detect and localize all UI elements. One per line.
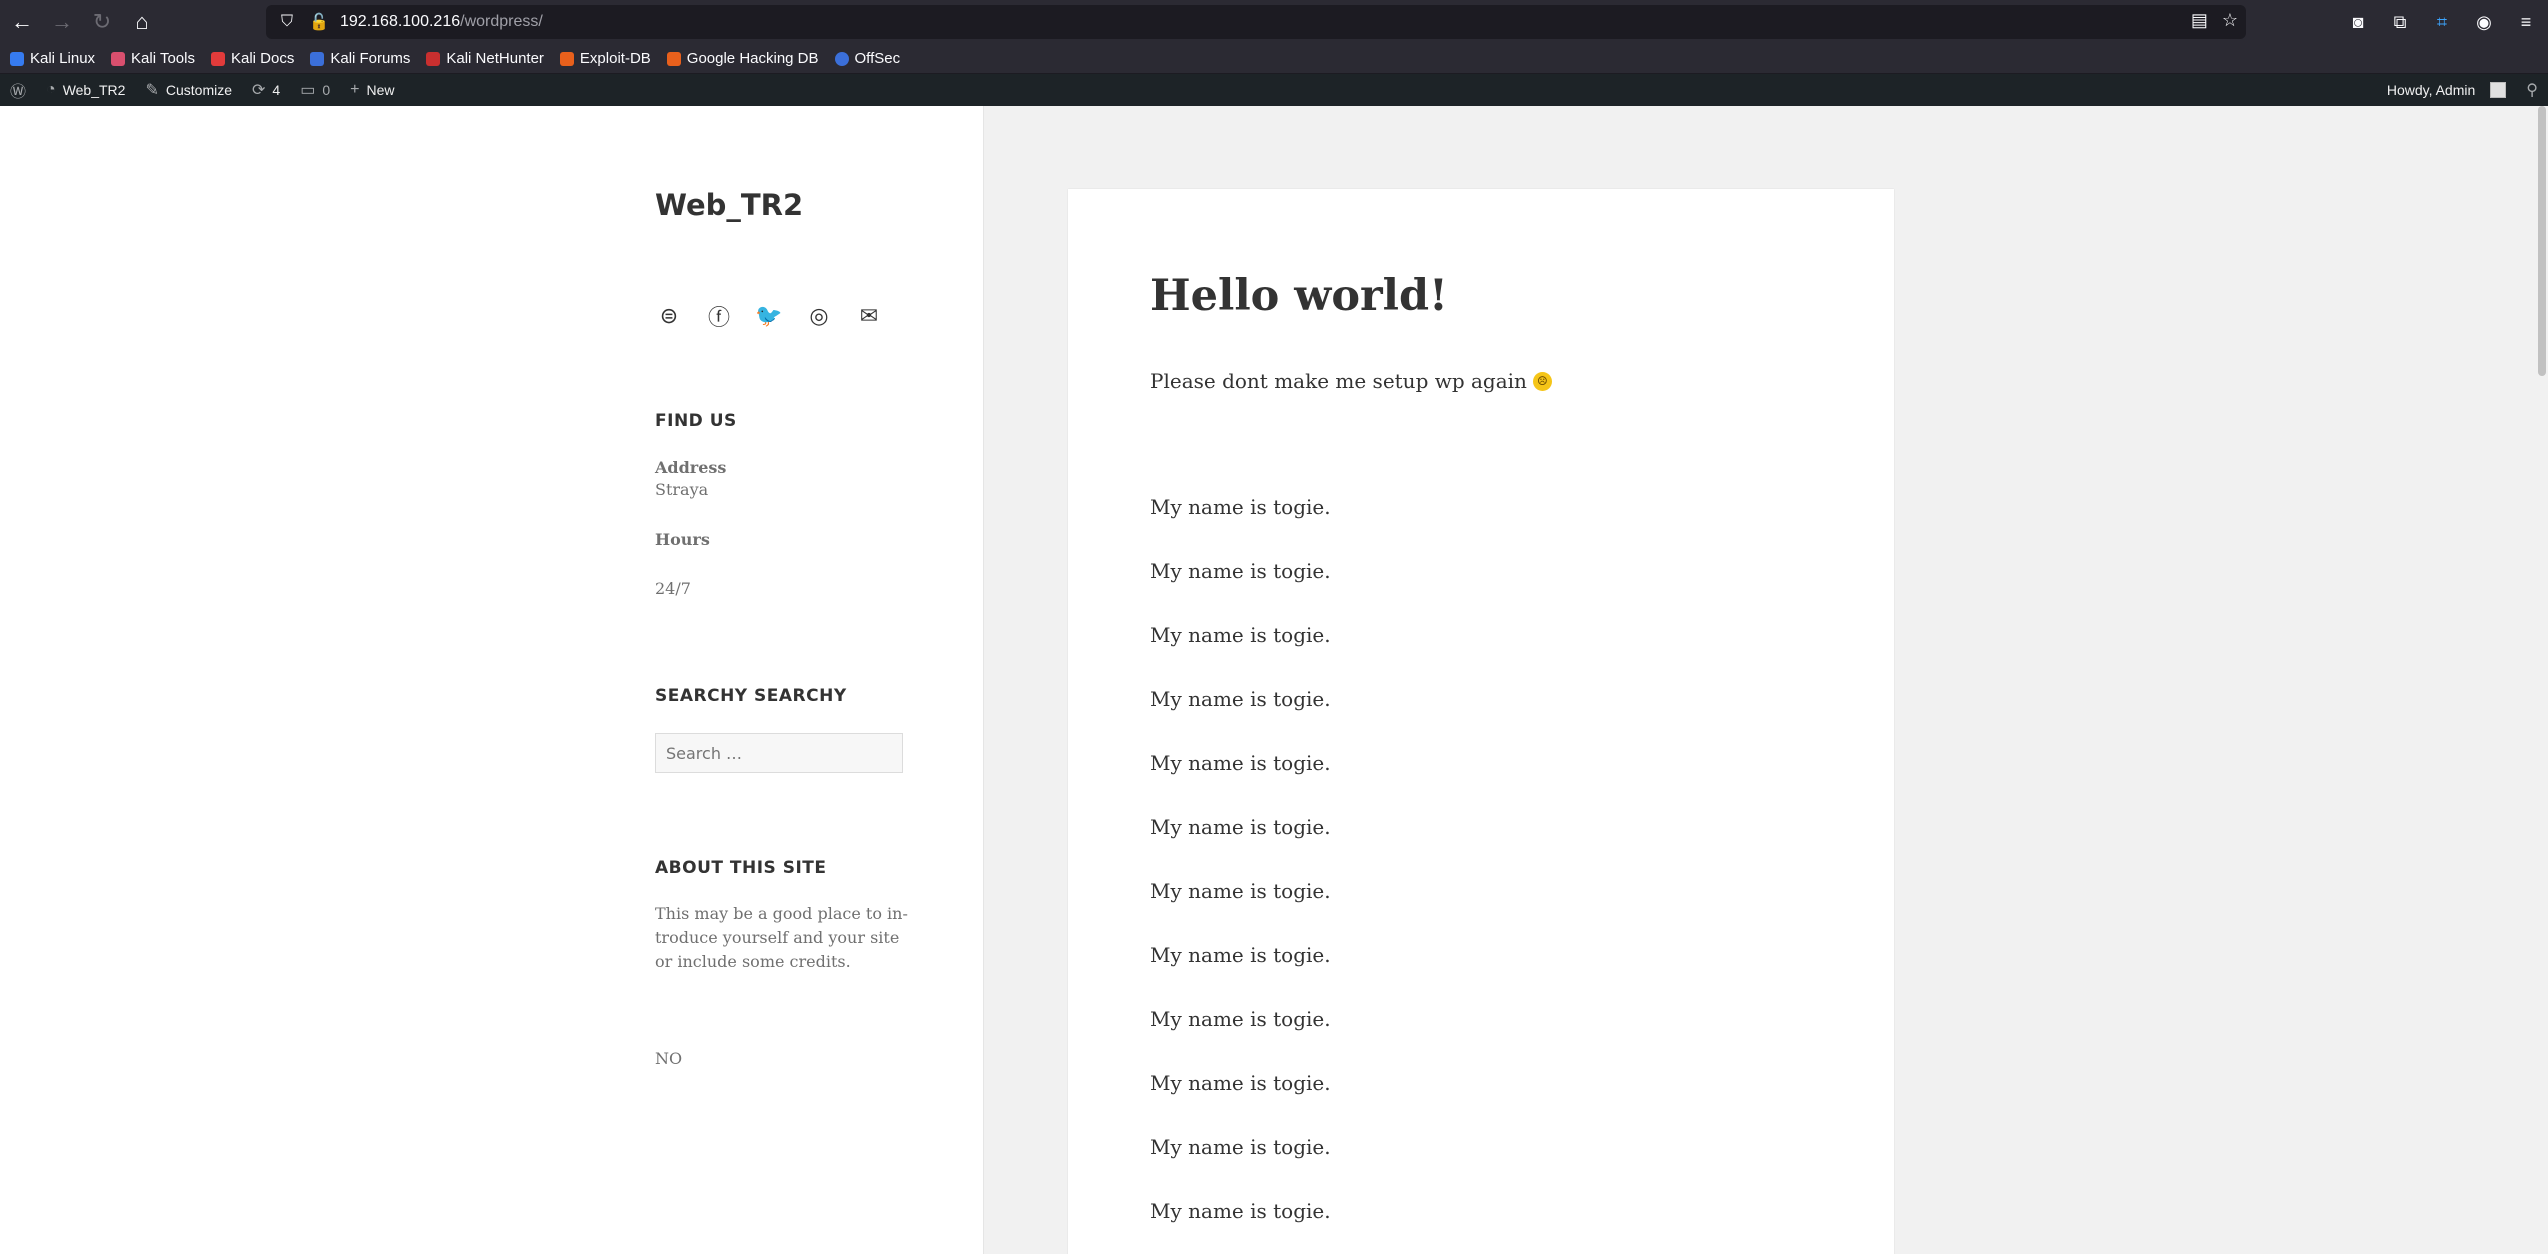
- pocket-icon[interactable]: ◙: [2344, 8, 2372, 36]
- wp-admin-bar: Ⓦ ◔ Web_TR2 ✎ Customize ⟳ 4 ▭ 0 + New Howdy, …: [0, 74, 2548, 106]
- search-icon: ⚲: [2526, 82, 2538, 99]
- offsec-icon: [834, 51, 849, 66]
- hours-value: 24/7: [655, 579, 691, 598]
- account-icon[interactable]: ◉: [2470, 8, 2498, 36]
- facebook-icon[interactable]: ⓕ: [705, 302, 733, 330]
- shield-icon[interactable]: ⛉: [276, 11, 298, 33]
- bookmark-kali-nethunter[interactable]: Kali NetHunter: [426, 50, 544, 67]
- post-intro: Please dont make me setup wp again ☹: [1150, 369, 1552, 393]
- post-line: My name is togie.: [1150, 687, 1331, 711]
- search-widget-title: SEARCHY SEARCHY: [655, 686, 847, 706]
- about-text-line-1: This may be a good place to in-: [655, 904, 908, 923]
- sidebar: Web_TR2 ⊜ ⓕ 🐦 ◎ ✉ FIND US Address Straya…: [0, 106, 984, 1254]
- bookmark-google-hacking-db[interactable]: Google Hacking DB: [666, 50, 819, 67]
- wp-logo-menu[interactable]: Ⓦ: [0, 74, 36, 106]
- comments-link[interactable]: ▭ 0: [290, 74, 340, 106]
- bookmark-star-icon[interactable]: ☆: [2222, 10, 2238, 31]
- browser-toolbar: ← → ↻ ⌂ ⛉ 🔓 192.168.100.216/wordpress/ ▤…: [0, 0, 2548, 44]
- bookmark-kali-forums[interactable]: Kali Forums: [310, 50, 410, 67]
- post-line: My name is togie.: [1150, 1135, 1331, 1159]
- post-line: My name is togie.: [1150, 1199, 1331, 1223]
- admin-search[interactable]: ⚲: [2516, 74, 2548, 106]
- address-label: Address: [655, 458, 727, 477]
- sad-face-icon: ☹: [1532, 371, 1552, 391]
- search-input[interactable]: [655, 733, 903, 773]
- site-name-menu[interactable]: ◔ Web_TR2: [36, 74, 135, 106]
- about-title: ABOUT THIS SITE: [655, 858, 827, 878]
- dashboard-icon: ◔: [46, 81, 56, 98]
- bookmark-kali-docs[interactable]: Kali Docs: [210, 50, 294, 67]
- post-line: My name is togie.: [1150, 815, 1331, 839]
- bookmark-kali-linux[interactable]: Kali Linux: [10, 50, 95, 67]
- email-icon[interactable]: ✉: [855, 302, 883, 330]
- about-text-line-3: or include some credits.: [655, 952, 851, 971]
- post-line: My name is togie.: [1150, 1007, 1331, 1031]
- footer-text: NO: [655, 1049, 683, 1068]
- site-title[interactable]: Web_TR2: [655, 188, 803, 222]
- post-article: Hello world! Please dont make me setup w…: [1068, 189, 1894, 1254]
- about-text-line-2: troduce yourself and your site: [655, 928, 900, 947]
- url-bar[interactable]: ⛉ 🔓 192.168.100.216/wordpress/ ▤ ☆: [266, 5, 2246, 39]
- plus-icon: +: [350, 81, 360, 98]
- nethunter-icon: [426, 51, 441, 66]
- instagram-icon[interactable]: ◎: [805, 302, 833, 330]
- twitter-icon[interactable]: 🐦: [755, 302, 783, 330]
- post-title[interactable]: Hello world!: [1150, 271, 1448, 321]
- kali-forums-icon: [310, 51, 325, 66]
- bookmark-offsec[interactable]: OffSec: [834, 50, 900, 67]
- kali-docs-icon: [210, 51, 225, 66]
- post-line: My name is togie.: [1150, 879, 1331, 903]
- post-line: My name is togie.: [1150, 1071, 1331, 1095]
- bookmark-exploit-db[interactable]: Exploit-DB: [559, 50, 651, 67]
- post-line: My name is togie.: [1150, 559, 1331, 583]
- exploit-db-icon: [559, 51, 574, 66]
- post-intro-text: Please dont make me setup wp again: [1150, 369, 1527, 393]
- find-us-title: FIND US: [655, 411, 737, 431]
- scrollbar-thumb[interactable]: [2538, 106, 2546, 376]
- page-content: Web_TR2 ⊜ ⓕ 🐦 ◎ ✉ FIND US Address Straya…: [0, 106, 2548, 1254]
- new-content-menu[interactable]: + New: [340, 74, 404, 106]
- url-text[interactable]: 192.168.100.216/wordpress/: [340, 13, 543, 31]
- post-line: My name is togie.: [1150, 495, 1331, 519]
- bookmark-kali-tools[interactable]: Kali Tools: [111, 50, 195, 67]
- reader-view-icon[interactable]: ▤: [2191, 10, 2208, 31]
- wordpress-social-icon[interactable]: ⊜: [655, 302, 683, 330]
- customize-link[interactable]: ✎ Customize: [135, 74, 242, 106]
- social-links: ⊜ ⓕ 🐦 ◎ ✉: [655, 302, 883, 330]
- kali-tools-icon: [111, 51, 126, 66]
- post-line: My name is togie.: [1150, 943, 1331, 967]
- hours-label: Hours: [655, 530, 710, 549]
- page-scrollbar[interactable]: [2536, 106, 2548, 1254]
- reload-icon[interactable]: ↻: [84, 4, 120, 40]
- my-account-menu[interactable]: Howdy, Admin: [2377, 74, 2516, 106]
- avatar: [2490, 82, 2507, 98]
- wordpress-icon: Ⓦ: [10, 84, 27, 101]
- forward-icon[interactable]: →: [44, 4, 80, 40]
- comment-icon: ▭: [300, 82, 316, 99]
- extensions-icon[interactable]: ⧉: [2386, 8, 2414, 36]
- post-line: My name is togie.: [1150, 751, 1331, 775]
- screenshot-icon[interactable]: ⌗: [2428, 8, 2456, 36]
- post-body: My name is togie. My name is togie. My n…: [1150, 495, 1331, 1254]
- brush-icon: ✎: [145, 82, 159, 99]
- ghdb-icon: [666, 51, 681, 66]
- menu-icon[interactable]: ≡: [2512, 8, 2540, 36]
- post-line: My name is togie.: [1150, 623, 1331, 647]
- lock-icon[interactable]: 🔓: [308, 11, 330, 33]
- updates-icon: ⟳: [252, 82, 266, 99]
- kali-icon: [10, 51, 24, 66]
- address-value: Straya: [655, 480, 709, 499]
- home-icon[interactable]: ⌂: [124, 4, 160, 40]
- updates-link[interactable]: ⟳ 4: [242, 74, 290, 106]
- bookmarks-bar: Kali Linux Kali Tools Kali Docs Kali For…: [0, 44, 2548, 74]
- back-icon[interactable]: ←: [4, 4, 40, 40]
